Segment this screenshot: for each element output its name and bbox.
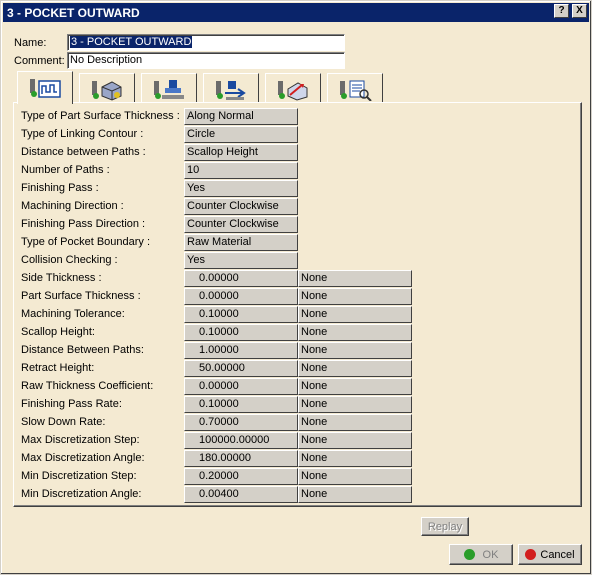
help-button[interactable]: ? xyxy=(554,4,569,18)
param-value-field[interactable]: 50.00000 xyxy=(184,360,298,377)
param-label: Side Thickness : xyxy=(21,272,102,284)
cancel-button[interactable]: Cancel xyxy=(518,544,582,565)
param-value-field[interactable]: 1.00000 xyxy=(184,342,298,359)
param-label: Scallop Height: xyxy=(21,326,95,338)
name-field[interactable]: 3 - POCKET OUTWARD xyxy=(67,34,345,51)
replay-button[interactable]: Replay xyxy=(421,517,469,536)
param-label: Machining Tolerance: xyxy=(21,308,125,320)
param-value-field[interactable]: 0.10000 xyxy=(184,306,298,323)
param-label: Finishing Pass : xyxy=(21,182,99,194)
tab-geometry[interactable] xyxy=(79,73,135,102)
tab-replay-analysis[interactable] xyxy=(327,73,383,102)
title-bar: 3 - POCKET OUTWARD xyxy=(3,3,589,22)
param-label: Type of Pocket Boundary : xyxy=(21,236,151,248)
param-label: Finishing Pass Rate: xyxy=(21,398,122,410)
cancel-icon xyxy=(525,549,537,560)
tab-feeds-speeds[interactable] xyxy=(203,73,259,102)
param-extra-field[interactable]: None xyxy=(298,306,412,323)
param-value-field[interactable]: 180.00000 xyxy=(184,450,298,467)
geometry-icon xyxy=(92,81,122,101)
param-extra-field[interactable]: None xyxy=(298,432,412,449)
param-label: Machining Direction : xyxy=(21,200,124,212)
param-value-field[interactable]: 0.20000 xyxy=(184,468,298,485)
param-label: Min Discretization Angle: xyxy=(21,488,142,500)
param-value-field[interactable]: 0.00000 xyxy=(184,288,298,305)
strategy-parameters-icon xyxy=(30,79,61,98)
param-value-field[interactable]: 0.00000 xyxy=(184,378,298,395)
param-label: Part Surface Thickness : xyxy=(21,290,141,302)
param-label: Number of Paths : xyxy=(21,164,110,176)
param-extra-field[interactable]: None xyxy=(298,486,412,503)
comment-field[interactable]: No Description xyxy=(67,52,345,69)
param-value-field[interactable]: Yes xyxy=(184,252,298,269)
param-label: Raw Thickness Coefficient: xyxy=(21,380,154,392)
param-extra-field[interactable]: None xyxy=(298,360,412,377)
feeds-speeds-icon xyxy=(216,81,246,100)
param-label: Min Discretization Step: xyxy=(21,470,137,482)
param-value-field[interactable]: 0.70000 xyxy=(184,414,298,431)
name-label: Name: xyxy=(14,37,47,49)
param-label: Type of Linking Contour : xyxy=(21,128,144,140)
param-label: Distance between Paths : xyxy=(21,146,146,158)
param-extra-field[interactable]: None xyxy=(298,414,412,431)
param-label: Max Discretization Angle: xyxy=(21,452,145,464)
param-value-field[interactable]: 0.10000 xyxy=(184,396,298,413)
tool-icon xyxy=(154,80,184,99)
param-value-field[interactable]: Counter Clockwise xyxy=(184,216,298,233)
param-label: Max Discretization Step: xyxy=(21,434,140,446)
param-extra-field[interactable]: None xyxy=(298,324,412,341)
param-value-field[interactable]: Raw Material xyxy=(184,234,298,251)
param-label: Collision Checking : xyxy=(21,254,118,266)
param-value-field[interactable]: 0.10000 xyxy=(184,324,298,341)
dialog-title: 3 - POCKET OUTWARD xyxy=(7,5,140,20)
param-label: Distance Between Paths: xyxy=(21,344,144,356)
ok-button[interactable]: OK xyxy=(449,544,513,565)
replay-analysis-icon xyxy=(340,80,372,101)
param-label: Type of Part Surface Thickness : xyxy=(21,110,180,122)
macros-icon xyxy=(278,81,308,101)
param-extra-field[interactable]: None xyxy=(298,342,412,359)
name-value: 3 - POCKET OUTWARD xyxy=(70,36,193,48)
param-extra-field[interactable]: None xyxy=(298,270,412,287)
param-extra-field[interactable]: None xyxy=(298,450,412,467)
param-label: Slow Down Rate: xyxy=(21,416,106,428)
param-value-field[interactable]: Along Normal xyxy=(184,108,298,125)
param-value-field[interactable]: Circle xyxy=(184,126,298,143)
param-extra-field[interactable]: None xyxy=(298,396,412,413)
param-label: Retract Height: xyxy=(21,362,95,374)
ok-label: OK xyxy=(482,548,499,561)
param-value-field[interactable]: Scallop Height xyxy=(184,144,298,161)
tab-strategy[interactable] xyxy=(17,71,73,104)
cancel-label: Cancel xyxy=(540,548,575,561)
param-value-field[interactable]: 0.00000 xyxy=(184,270,298,287)
param-extra-field[interactable]: None xyxy=(298,468,412,485)
param-value-field[interactable]: 0.00400 xyxy=(184,486,298,503)
param-value-field[interactable]: 10 xyxy=(184,162,298,179)
tab-macros[interactable] xyxy=(265,73,321,102)
tab-tool[interactable] xyxy=(141,73,197,102)
close-button[interactable]: X xyxy=(572,4,587,18)
param-value-field[interactable]: 100000.00000 xyxy=(184,432,298,449)
param-value-field[interactable]: Counter Clockwise xyxy=(184,198,298,215)
param-value-field[interactable]: Yes xyxy=(184,180,298,197)
param-label: Finishing Pass Direction : xyxy=(21,218,146,230)
comment-label: Comment: xyxy=(14,55,65,67)
param-extra-field[interactable]: None xyxy=(298,288,412,305)
ok-icon xyxy=(463,549,475,560)
pocket-outward-dialog: 3 - POCKET OUTWARD ? X Name: 3 - POCKET … xyxy=(0,0,592,575)
param-extra-field[interactable]: None xyxy=(298,378,412,395)
